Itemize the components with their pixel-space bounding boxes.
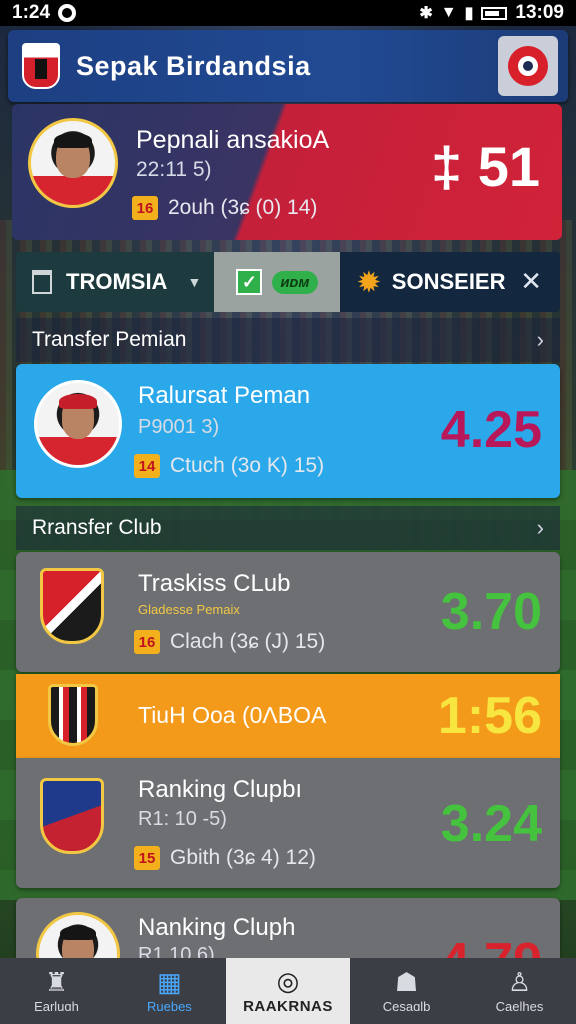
trash-icon: [32, 270, 52, 294]
item-subtitle: R1: 10 -5): [138, 808, 227, 830]
bottom-navigation: ♜ Earluɑh ▦ Ruebes ◎ RAAKRNAS ☗ Cesaɑlb …: [0, 958, 576, 1024]
chevron-down-icon: ▼: [187, 274, 202, 290]
item-value: 1:56: [437, 687, 542, 745]
status-right-time: 13:09: [515, 2, 564, 23]
item-meta-text: Ctuch (3o K) 15): [170, 454, 325, 477]
section-transfer-club[interactable]: Rransfer Club ›: [16, 506, 560, 550]
signal-icon: ▮: [464, 5, 474, 22]
checkbox-icon: ✓: [236, 269, 263, 295]
item-meta: 15 Gbith (3ɕ 4) 12): [134, 846, 316, 870]
team-icon: ▦: [157, 966, 182, 997]
bluetooth-icon: ✱: [419, 5, 433, 22]
tab-sonseier[interactable]: ✹ SONSEIER ✕: [340, 252, 560, 312]
item-subtitle: Gladesse Pemaix: [138, 602, 240, 617]
app-title: Sepak Birdandsia: [76, 50, 311, 81]
trophy-icon: ♜: [44, 966, 69, 997]
item-value: 4.79: [441, 932, 542, 958]
tab-tromsia[interactable]: TROMSIA ▼: [16, 252, 214, 312]
featured-player-card[interactable]: Pepnali ansakioA 22:11 5) 16 2ouh (3ɕ (0…: [12, 104, 562, 240]
player-avatar: [34, 380, 122, 468]
number-badge: 16: [132, 196, 158, 220]
status-bar: 1:24 ✱ ▼ ▮ 13:09: [0, 0, 576, 26]
battery-icon: [481, 6, 508, 20]
nav-item-ruebes[interactable]: ▦ Ruebes: [113, 958, 226, 1024]
item-meta: 16 Clach (3ɕ (J) 15): [134, 630, 325, 654]
player-meta: 16 2ouh (3ɕ (0) 14): [132, 196, 317, 220]
club-logo-icon: [22, 43, 60, 89]
section-title: Transfer Pemian: [32, 328, 187, 351]
player-avatar: [36, 912, 120, 958]
item-meta-text: Gbith (3ɕ 4) 12): [170, 846, 316, 869]
list-item[interactable]: Ranking Clupbı R1: 10 -5) 15 Gbith (3ɕ 4…: [16, 758, 560, 888]
status-time: 1:24: [12, 2, 51, 23]
club-crest-icon: [40, 568, 104, 644]
target-icon: [508, 46, 548, 86]
chevron-right-icon: ›: [536, 515, 544, 540]
section-transfer-player[interactable]: Transfer Pemian ›: [16, 318, 560, 362]
number-badge: 15: [134, 846, 160, 870]
tab-label: SONSEIER: [391, 269, 506, 294]
item-title: Ralursat Peman: [138, 382, 311, 409]
item-subtitle: P9001 3): [138, 416, 220, 438]
tab-check[interactable]: ✓ ᴎᴅᴍ: [214, 252, 340, 312]
section-title: Rransfer Club: [32, 516, 162, 539]
tab-pill: ᴎᴅᴍ: [272, 270, 318, 294]
player-name: Pepnali ansakioA: [136, 126, 330, 154]
chevron-right-icon: ›: [536, 327, 544, 352]
list-item[interactable]: TiuH Ooa (0ɅBOA 1:56: [16, 674, 560, 758]
close-icon[interactable]: ✕: [520, 266, 542, 297]
item-title: Nanking Cluph: [138, 914, 296, 941]
club-crest-icon: [48, 684, 98, 746]
player-avatar: [28, 118, 118, 208]
item-title: Ranking Clupbı: [138, 776, 303, 803]
nav-item-cesaalb[interactable]: ☗ Cesaɑlb: [350, 958, 463, 1024]
nav-item-earluah[interactable]: ♜ Earluɑh: [0, 958, 113, 1024]
filter-tab-bar: TROMSIA ▼ ✓ ᴎᴅᴍ ✹ SONSEIER ✕: [16, 252, 560, 312]
player-meta-text: 2ouh (3ɕ (0) 14): [168, 196, 318, 219]
player-subtitle: 22:11 5): [136, 158, 212, 181]
item-title: TiuH Ooa (0ɅBOA: [138, 702, 327, 728]
item-subtitle: R1 10 6): [138, 944, 215, 958]
item-value: 4.25: [440, 401, 542, 459]
player-score: ‡ 51: [431, 135, 540, 198]
nav-item-rankings[interactable]: ◎ RAAKRNAS: [225, 958, 351, 1024]
club-crest-icon: [40, 778, 104, 854]
item-meta: 14 Ctuch (3o K) 15): [134, 454, 324, 478]
user-icon: ☗: [394, 966, 419, 997]
list-item[interactable]: Nanking Cluph R1 10 6) 4.79: [16, 898, 560, 958]
item-meta-text: Clach (3ɕ (J) 15): [170, 630, 326, 653]
app-header: Sepak Birdandsia: [8, 30, 568, 102]
profile-icon: ♙: [507, 966, 532, 997]
wifi-icon: ▼: [440, 4, 457, 21]
list-item[interactable]: Traskiss CLub Gladesse Pemaix 16 Clach (…: [16, 552, 560, 672]
nav-item-caelhes[interactable]: ♙ Caelhes: [463, 958, 576, 1024]
item-value: 3.70: [440, 583, 542, 641]
tab-label: TROMSIA: [66, 269, 168, 294]
gear-icon: ✹: [358, 266, 380, 297]
ranking-icon: ◎: [276, 965, 300, 996]
notification-icon: [58, 4, 77, 22]
target-button[interactable]: [498, 36, 558, 96]
item-value: 3.24: [440, 795, 542, 853]
list-item[interactable]: Ralursat Peman P9001 3) 14 Ctuch (3o K) …: [16, 364, 560, 498]
item-title: Traskiss CLub: [138, 570, 291, 597]
number-badge: 16: [134, 630, 160, 654]
number-badge: 14: [134, 454, 160, 478]
